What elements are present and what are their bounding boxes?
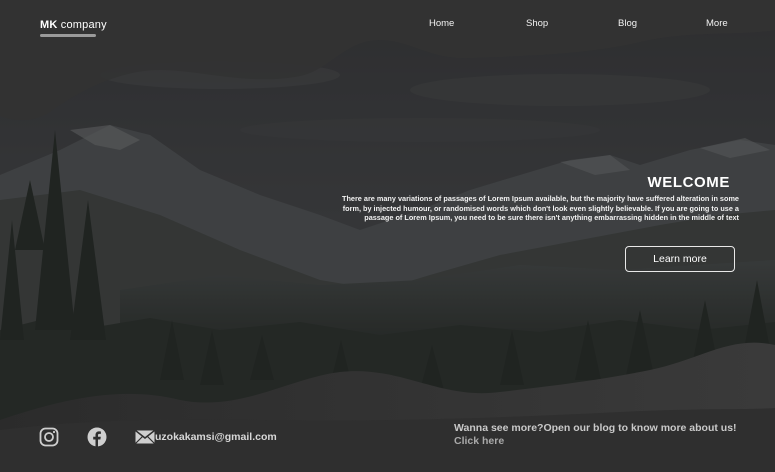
contact-email[interactable]: uzokakamsi@gmail.com bbox=[155, 431, 277, 443]
facebook-icon[interactable] bbox=[87, 427, 107, 447]
nav-more[interactable]: More bbox=[706, 18, 728, 29]
brand-underline bbox=[40, 34, 96, 37]
brand-logo-bold: MK bbox=[40, 19, 58, 31]
brand-logo-rest: company bbox=[57, 19, 107, 31]
hero-description: There are many variations of passages of… bbox=[342, 194, 739, 223]
instagram-icon[interactable] bbox=[39, 427, 59, 447]
nav-blog[interactable]: Blog bbox=[618, 18, 637, 29]
nav-home[interactable]: Home bbox=[429, 18, 454, 29]
learn-more-button[interactable]: Learn more bbox=[625, 246, 735, 272]
brand-logo[interactable]: MK company bbox=[40, 19, 107, 31]
landing-page: MK company Home Shop Blog More WELCOME T… bbox=[0, 0, 775, 472]
blog-cta-text: Wanna see more?Open our blog to know mor… bbox=[454, 422, 737, 434]
nav-shop[interactable]: Shop bbox=[526, 18, 548, 29]
hero-heading: WELCOME bbox=[647, 174, 730, 191]
click-here-link[interactable]: Click here bbox=[454, 435, 504, 447]
hero-background-image bbox=[0, 0, 775, 472]
mail-icon[interactable] bbox=[135, 430, 155, 444]
